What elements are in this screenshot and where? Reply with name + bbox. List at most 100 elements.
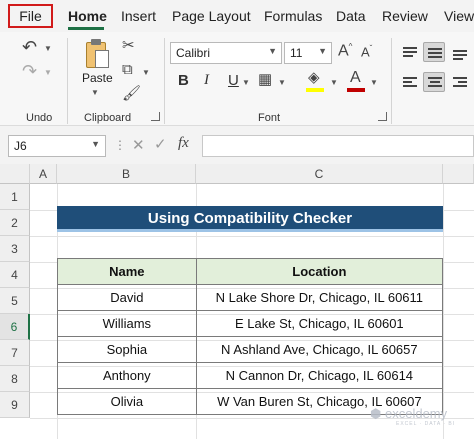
name-cell[interactable]: Olivia bbox=[57, 388, 197, 415]
row-header-1[interactable]: 1 bbox=[0, 184, 30, 210]
font-color-dropdown-icon[interactable]: ▼ bbox=[370, 78, 378, 87]
name-cell[interactable]: David bbox=[57, 284, 197, 311]
gridline bbox=[443, 184, 444, 439]
tab-data[interactable]: Data bbox=[336, 8, 366, 24]
data-table: Name Location David N Lake Shore Dr, Chi… bbox=[57, 258, 444, 415]
name-cell[interactable]: Sophia bbox=[57, 336, 197, 363]
clipboard-group-label: Clipboard bbox=[84, 112, 132, 124]
fill-color-dropdown-icon[interactable]: ▼ bbox=[330, 78, 338, 87]
formula-input[interactable] bbox=[202, 135, 474, 157]
align-left-icon[interactable] bbox=[398, 72, 420, 92]
copy-icon[interactable]: ⧉ bbox=[122, 62, 133, 77]
table-row: David N Lake Shore Dr, Chicago, IL 60611 bbox=[57, 284, 444, 311]
table-header-row: Name Location bbox=[57, 258, 444, 285]
name-cell[interactable]: Williams bbox=[57, 310, 197, 337]
group-separator bbox=[67, 38, 68, 124]
font-color-swatch bbox=[347, 88, 365, 92]
font-name-value: Calibri bbox=[176, 46, 211, 60]
format-painter-icon[interactable]: 🖌 bbox=[122, 86, 141, 101]
header-location-cell[interactable]: Location bbox=[195, 258, 444, 285]
chevron-down-icon: ▼ bbox=[91, 139, 100, 149]
excel-window: File Home Insert Page Layout Formulas Da… bbox=[0, 0, 474, 439]
tab-page-layout[interactable]: Page Layout bbox=[172, 8, 251, 24]
borders-icon[interactable]: ▦ bbox=[258, 72, 272, 87]
font-size-select[interactable]: 11 ▼ bbox=[284, 42, 332, 64]
middle-align-icon[interactable] bbox=[423, 42, 445, 62]
row-header-6[interactable]: 6 bbox=[0, 314, 30, 340]
font-color-icon[interactable]: A bbox=[350, 70, 361, 86]
location-cell[interactable]: N Lake Shore Dr, Chicago, IL 60611 bbox=[195, 284, 444, 311]
tab-formulas[interactable]: Formulas bbox=[264, 8, 322, 24]
row-header-4[interactable]: 4 bbox=[0, 262, 30, 288]
paste-icon[interactable] bbox=[83, 38, 111, 72]
top-align-icon[interactable] bbox=[398, 42, 420, 62]
cancel-icon[interactable]: ✕ bbox=[132, 136, 145, 154]
location-cell[interactable]: N Ashland Ave, Chicago, IL 60657 bbox=[195, 336, 444, 363]
row-header-2[interactable]: 2 bbox=[0, 210, 30, 236]
tab-review[interactable]: Review bbox=[382, 8, 428, 24]
formula-bar: J6 ▼ ⋮ ✕ ✓ fx bbox=[0, 126, 474, 164]
fill-color-icon[interactable]: ◈ bbox=[308, 70, 320, 85]
italic-button[interactable]: I bbox=[204, 72, 209, 89]
name-box-value: J6 bbox=[14, 139, 27, 153]
tab-home[interactable]: Home bbox=[68, 8, 107, 24]
column-header-a[interactable]: A bbox=[30, 164, 57, 184]
align-right-icon[interactable] bbox=[448, 72, 470, 92]
watermark-icon: ⬢ bbox=[370, 406, 382, 421]
select-all-corner[interactable] bbox=[0, 164, 30, 184]
chevron-down-icon: ▼ bbox=[318, 46, 327, 56]
copy-dropdown-icon[interactable]: ▼ bbox=[142, 68, 150, 77]
fill-color-swatch bbox=[306, 88, 324, 92]
more-options-icon[interactable]: ⋮ bbox=[114, 138, 126, 152]
row-header-5[interactable]: 5 bbox=[0, 288, 30, 314]
row-header-9[interactable]: 9 bbox=[0, 392, 30, 418]
clipboard-launcher-icon[interactable] bbox=[151, 112, 160, 121]
name-box[interactable]: J6 ▼ bbox=[8, 135, 106, 157]
tab-file[interactable]: File bbox=[8, 4, 53, 28]
header-name-cell[interactable]: Name bbox=[57, 258, 197, 285]
table-row: Sophia N Ashland Ave, Chicago, IL 60657 bbox=[57, 336, 444, 363]
watermark-brand: exceldemy bbox=[384, 406, 448, 421]
grow-font-icon[interactable]: A^ bbox=[338, 43, 352, 59]
bold-button[interactable]: B bbox=[178, 72, 189, 89]
underline-dropdown-icon[interactable]: ▼ bbox=[242, 78, 250, 87]
location-cell[interactable]: N Cannon Dr, Chicago, IL 60614 bbox=[195, 362, 444, 389]
column-header-c[interactable]: C bbox=[196, 164, 443, 184]
tab-view[interactable]: View bbox=[444, 8, 474, 24]
font-name-select[interactable]: Calibri ▼ bbox=[170, 42, 282, 64]
align-center-icon[interactable] bbox=[423, 72, 445, 92]
redo-icon[interactable]: ↷ bbox=[22, 62, 37, 80]
undo-icon[interactable]: ↶ bbox=[22, 38, 37, 56]
row-header-8[interactable]: 8 bbox=[0, 366, 30, 392]
paste-button[interactable]: Paste bbox=[82, 72, 113, 84]
insert-function-icon[interactable]: fx bbox=[178, 135, 189, 152]
paste-dropdown-icon[interactable]: ▼ bbox=[91, 88, 99, 97]
undo-group-label: Undo bbox=[26, 112, 53, 124]
column-header-b[interactable]: B bbox=[57, 164, 196, 184]
row-header-3[interactable]: 3 bbox=[0, 236, 30, 262]
column-header-d[interactable] bbox=[443, 164, 474, 184]
worksheet-grid: A B C 1 2 3 4 5 6 7 8 9 Using Compatibil… bbox=[0, 164, 474, 439]
location-cell[interactable]: E Lake St, Chicago, IL 60601 bbox=[195, 310, 444, 337]
cut-icon[interactable]: ✂ bbox=[122, 38, 135, 53]
watermark-tagline: EXCEL · DATA · BI bbox=[396, 421, 456, 427]
gridline bbox=[30, 236, 474, 237]
active-tab-indicator bbox=[68, 27, 104, 30]
table-row: Williams E Lake St, Chicago, IL 60601 bbox=[57, 310, 444, 337]
shrink-font-icon[interactable]: Aˇ bbox=[361, 45, 372, 59]
font-launcher-icon[interactable] bbox=[378, 112, 387, 121]
watermark-logo: ⬢ exceldemy EXCEL · DATA · BI bbox=[370, 406, 455, 427]
underline-button[interactable]: U bbox=[228, 72, 239, 89]
tab-insert[interactable]: Insert bbox=[121, 8, 156, 24]
enter-icon[interactable]: ✓ bbox=[154, 135, 167, 153]
redo-dropdown-icon[interactable]: ▼ bbox=[44, 68, 52, 77]
group-separator bbox=[391, 38, 392, 124]
table-row: Anthony N Cannon Dr, Chicago, IL 60614 bbox=[57, 362, 444, 389]
chevron-down-icon: ▼ bbox=[268, 46, 277, 56]
borders-dropdown-icon[interactable]: ▼ bbox=[278, 78, 286, 87]
bottom-align-icon[interactable] bbox=[448, 42, 470, 62]
undo-dropdown-icon[interactable]: ▼ bbox=[44, 44, 52, 53]
sheet-title-cell[interactable]: Using Compatibility Checker bbox=[57, 206, 443, 232]
row-header-7[interactable]: 7 bbox=[0, 340, 30, 366]
name-cell[interactable]: Anthony bbox=[57, 362, 197, 389]
